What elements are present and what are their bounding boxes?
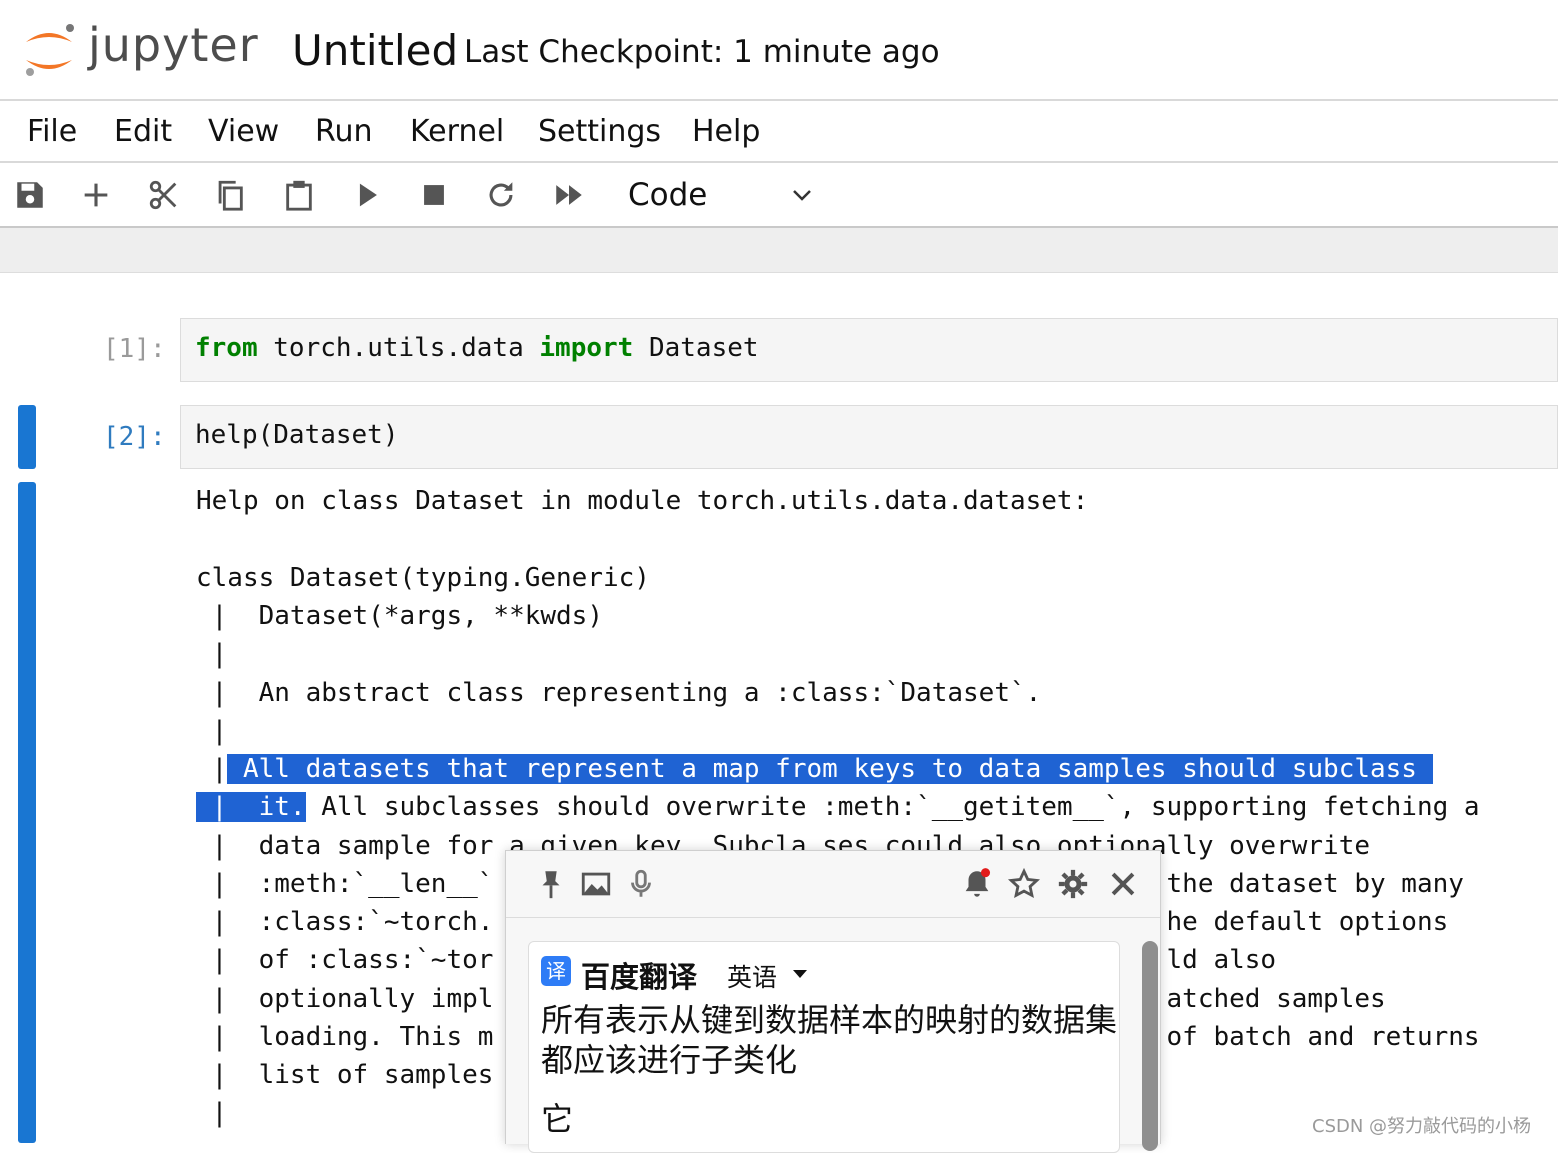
translation-service-name: 百度翻译 bbox=[581, 960, 698, 994]
checkpoint-status: Last Checkpoint: 1 minute ago bbox=[464, 34, 940, 70]
code-line: from torch.utils.data import Dataset bbox=[195, 333, 759, 363]
output-line: | bbox=[196, 716, 228, 746]
notebook-title[interactable]: Untitled bbox=[292, 26, 458, 75]
code-keyword: from bbox=[195, 333, 258, 363]
bell-icon[interactable] bbox=[960, 867, 994, 901]
menu-help[interactable]: Help bbox=[692, 114, 760, 149]
source-language-select[interactable]: 英语 bbox=[727, 958, 777, 994]
cell-type-label: Code bbox=[628, 177, 708, 213]
translation-result: 所有表示从键到数据样本的映射的数据集都应该进行子类化 bbox=[541, 1001, 1118, 1079]
add-cell-icon[interactable] bbox=[76, 175, 116, 215]
translation-card: 译 百度翻译 英语 所有表示从键到数据样本的映射的数据集都应该进行子类化 它 bbox=[528, 941, 1120, 1153]
cell-type-select[interactable]: Code bbox=[614, 169, 824, 219]
selected-text[interactable]: | it. bbox=[196, 792, 306, 822]
jupyter-brand: jupyter bbox=[88, 18, 259, 72]
output-line-prefix: | bbox=[196, 754, 228, 784]
notebook-toolbar: Code bbox=[0, 163, 1558, 228]
close-icon[interactable] bbox=[1106, 867, 1140, 901]
save-icon[interactable] bbox=[10, 175, 50, 215]
image-icon[interactable] bbox=[579, 867, 613, 901]
pin-icon[interactable] bbox=[534, 867, 568, 901]
output-line-rest: All subclasses should overwrite :meth:`_… bbox=[305, 792, 1480, 822]
menu-run[interactable]: Run bbox=[315, 114, 373, 149]
menu-settings[interactable]: Settings bbox=[538, 114, 661, 149]
menu-kernel[interactable]: Kernel bbox=[410, 114, 504, 149]
copy-icon[interactable] bbox=[210, 175, 250, 215]
stop-icon[interactable] bbox=[414, 175, 454, 215]
output-line: | list of samples bbox=[196, 1060, 494, 1090]
code-keyword: import bbox=[539, 333, 634, 363]
output-line-selected[interactable]: | it. All subclasses should overwrite :m… bbox=[196, 788, 1480, 826]
code-module: torch.utils.data bbox=[257, 333, 540, 363]
code-name: Dataset bbox=[633, 333, 759, 363]
cut-icon[interactable] bbox=[144, 175, 184, 215]
menu-file[interactable]: File bbox=[27, 114, 77, 149]
popup-scrollbar[interactable] bbox=[1142, 941, 1158, 1151]
code-cell-input[interactable]: from torch.utils.data import Dataset bbox=[180, 318, 1558, 382]
settings-icon[interactable] bbox=[1056, 867, 1090, 901]
menu-view[interactable]: View bbox=[208, 114, 279, 149]
popup-toolbar bbox=[506, 851, 1160, 918]
cell-selection-indicator[interactable] bbox=[18, 405, 36, 469]
watermark: CSDN @努力敲代码的小杨 bbox=[1312, 1116, 1532, 1137]
output-line: | An abstract class representing a :clas… bbox=[196, 678, 1042, 708]
menu-bar: File Edit View Run Kernel Settings Help bbox=[0, 101, 1558, 163]
translation-popup: 译 百度翻译 英语 所有表示从键到数据样本的映射的数据集都应该进行子类化 它 bbox=[505, 850, 1161, 1153]
cell-prompt: [1]: bbox=[103, 334, 166, 364]
output-line: | Dataset(*args, **kwds) bbox=[196, 601, 603, 631]
menu-edit[interactable]: Edit bbox=[114, 114, 172, 149]
star-icon[interactable] bbox=[1007, 867, 1041, 901]
code-cell-input[interactable]: help(Dataset) bbox=[180, 405, 1558, 469]
output-line-selected[interactable]: | All datasets that represent a map from… bbox=[196, 750, 1433, 788]
caret-down-icon bbox=[793, 970, 807, 978]
baidu-translate-icon: 译 bbox=[541, 956, 571, 986]
code-line: help(Dataset) bbox=[195, 420, 399, 450]
output-line: Help on class Dataset in module torch.ut… bbox=[196, 486, 1089, 516]
chevron-down-icon bbox=[793, 190, 811, 201]
paste-icon[interactable] bbox=[279, 175, 319, 215]
selected-text[interactable]: All datasets that represent a map from k… bbox=[227, 754, 1433, 784]
output-line: | bbox=[196, 639, 228, 669]
fast-forward-icon[interactable] bbox=[549, 175, 589, 215]
toolbar-separator-band bbox=[0, 228, 1558, 273]
restart-icon[interactable] bbox=[481, 175, 521, 215]
top-header: jupyter Untitled Last Checkpoint: 1 minu… bbox=[0, 0, 1558, 101]
microphone-icon[interactable] bbox=[624, 867, 658, 901]
jupyter-logo-icon[interactable] bbox=[22, 22, 76, 80]
cell-prompt-active: [2]: bbox=[103, 422, 166, 452]
output-line: class Dataset(typing.Generic) bbox=[196, 563, 650, 593]
output-collapse-indicator[interactable] bbox=[18, 482, 36, 1143]
run-icon[interactable] bbox=[347, 175, 387, 215]
translation-result-extra: 它 bbox=[541, 1100, 574, 1138]
output-line: | bbox=[196, 1098, 228, 1128]
